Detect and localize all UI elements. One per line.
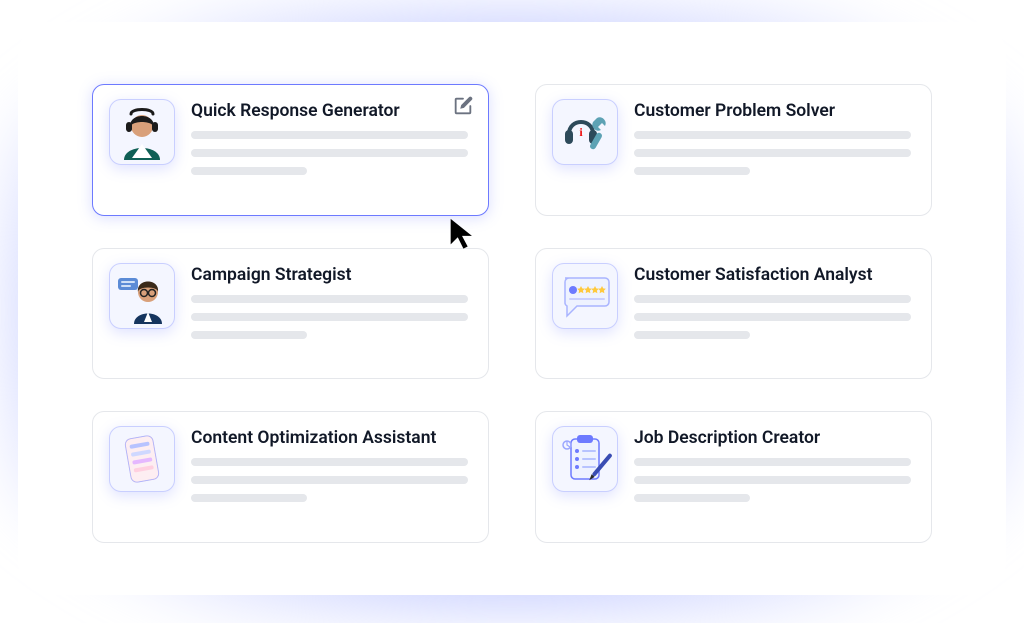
card-content: Job Description Creator [634, 426, 911, 502]
review-bubble-icon [552, 263, 618, 329]
placeholder-line [634, 295, 911, 303]
card-customer-problem-solver[interactable]: i Customer Problem Solver [535, 84, 932, 216]
placeholder-line [634, 494, 750, 502]
main-panel: Quick Response Generator [18, 22, 1006, 595]
placeholder-line [191, 295, 468, 303]
placeholder-line [634, 167, 750, 175]
placeholder-line [191, 476, 468, 484]
placeholder-line [634, 331, 750, 339]
headset-wrench-icon: i [552, 99, 618, 165]
card-content: Customer Satisfaction Analyst [634, 263, 911, 339]
checklist-sheet-icon [109, 426, 175, 492]
card-title: Quick Response Generator [191, 101, 468, 121]
placeholder-line [191, 494, 307, 502]
card-title: Customer Satisfaction Analyst [634, 265, 911, 285]
card-title: Customer Problem Solver [634, 101, 911, 121]
placeholder-line [634, 476, 911, 484]
card-job-description-creator[interactable]: Job Description Creator [535, 411, 932, 543]
agent-avatar-icon [109, 99, 175, 165]
svg-text:i: i [579, 125, 583, 139]
placeholder-line [634, 313, 911, 321]
card-content: Content Optimization Assistant [191, 426, 468, 502]
placeholder-line [191, 331, 307, 339]
placeholder-line [191, 131, 468, 139]
card-content-optimization-assistant[interactable]: Content Optimization Assistant [92, 411, 489, 543]
edit-button[interactable] [450, 95, 476, 121]
analyst-avatar-icon [109, 263, 175, 329]
card-content: Campaign Strategist [191, 263, 468, 339]
card-campaign-strategist[interactable]: Campaign Strategist [92, 248, 489, 380]
placeholder-line [634, 131, 911, 139]
card-quick-response-generator[interactable]: Quick Response Generator [92, 84, 489, 216]
placeholder-line [634, 149, 911, 157]
placeholder-line [191, 149, 468, 157]
placeholder-line [191, 313, 468, 321]
placeholder-line [634, 458, 911, 466]
card-content: Quick Response Generator [191, 99, 468, 175]
glow-container: Quick Response Generator [0, 0, 1024, 623]
card-customer-satisfaction-analyst[interactable]: Customer Satisfaction Analyst [535, 248, 932, 380]
placeholder-line [191, 458, 468, 466]
card-grid: Quick Response Generator [92, 84, 932, 543]
card-title: Job Description Creator [634, 428, 911, 448]
placeholder-line [191, 167, 307, 175]
clipboard-pen-icon [552, 426, 618, 492]
card-content: Customer Problem Solver [634, 99, 911, 175]
card-title: Content Optimization Assistant [191, 428, 468, 448]
card-title: Campaign Strategist [191, 265, 468, 285]
edit-icon [452, 95, 474, 121]
